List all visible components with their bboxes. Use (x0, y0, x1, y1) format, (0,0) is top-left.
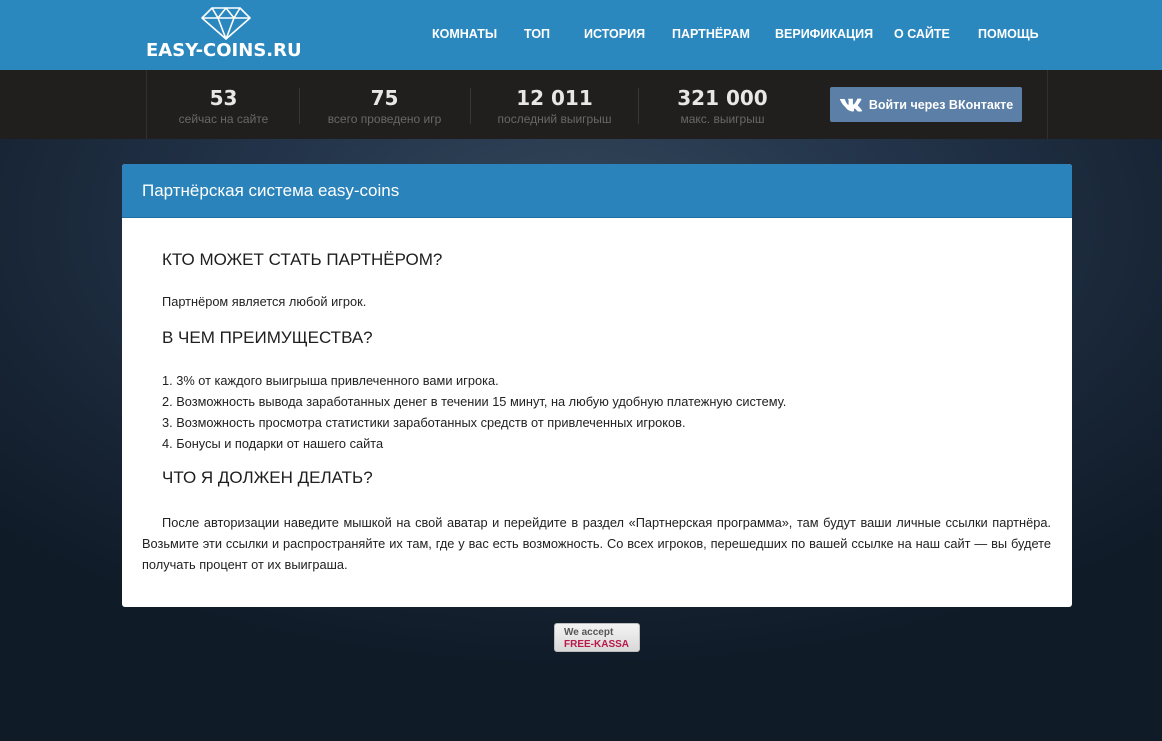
stat-last-win: 12 011 последний выигрыш (478, 70, 631, 139)
stat-divider (299, 88, 300, 124)
stat-value: 321 000 (677, 86, 768, 110)
stat-max-win: 321 000 макс. выигрыш (646, 70, 799, 139)
diamond-icon (201, 7, 251, 40)
site-header: EASY-COINS.RU КОМНАТЫ ТОП ИСТОРИЯ ПАРТНЁ… (0, 0, 1162, 70)
stat-value: 53 (209, 86, 238, 110)
benefit-item: 2. Возможность вывода заработанных денег… (162, 394, 787, 409)
logo-text: EASY-COINS.RU (146, 40, 302, 61)
vk-icon (839, 98, 862, 111)
stat-label: сейчас на сайте (178, 112, 269, 126)
stat-online: 53 сейчас на сайте (147, 70, 300, 139)
nav-about[interactable]: О САЙТЕ (894, 27, 950, 41)
nav-verification[interactable]: ВЕРИФИКАЦИЯ (775, 27, 873, 41)
badge-line-1: We accept (564, 627, 614, 638)
stat-divider (638, 88, 639, 124)
stats-bar: 53 сейчас на сайте 75 всего проведено иг… (0, 70, 1162, 139)
heading-what-to-do: ЧТО Я ДОЛЖЕН ДЕЛАТЬ? (162, 468, 373, 487)
stat-label: всего проведено игр (327, 112, 442, 126)
benefit-item: 4. Бонусы и подарки от нашего сайта (162, 436, 384, 451)
badge-line-2: FREE-KASSA (564, 639, 630, 650)
site-logo[interactable]: EASY-COINS.RU (146, 6, 306, 64)
stat-value: 12 011 (516, 86, 593, 110)
nav-history[interactable]: ИСТОРИЯ (584, 27, 645, 41)
free-kassa-badge[interactable]: We accept FREE-KASSA (554, 623, 640, 652)
nav-top[interactable]: ТОП (524, 27, 550, 41)
nav-help[interactable]: ПОМОЩЬ (978, 27, 1039, 41)
panel-header: Партнёрская система easy-coins (122, 164, 1072, 218)
stat-total-games: 75 всего проведено игр (308, 70, 461, 139)
vk-login-button[interactable]: Войти через ВКонтакте (830, 87, 1022, 122)
benefit-item: 1. 3% от каждого выигрыша привлеченного … (162, 373, 499, 388)
vk-login-label: Войти через ВКонтакте (868, 97, 1014, 112)
paragraph-who: Партнёром является любой игрок. (162, 294, 367, 309)
nav-rooms[interactable]: КОМНАТЫ (432, 27, 497, 41)
partner-panel: Партнёрская система easy-coins КТО МОЖЕТ… (122, 164, 1072, 607)
benefit-item: 3. Возможность просмотра статистики зара… (162, 415, 686, 430)
paragraph-what-to-do: После авторизации наведите мышкой на сво… (142, 515, 1051, 572)
heading-who: КТО МОЖЕТ СТАТЬ ПАРТНЁРОМ? (162, 250, 443, 269)
stat-value: 75 (370, 86, 399, 110)
panel-title: Партнёрская система easy-coins (142, 181, 400, 200)
stat-divider (470, 88, 471, 124)
nav-partners[interactable]: ПАРТНЁРАМ (672, 27, 750, 41)
heading-benefits: В ЧЕМ ПРЕИМУЩЕСТВА? (162, 328, 373, 347)
stat-label: последний выигрыш (497, 112, 612, 126)
stats-container: 53 сейчас на сайте 75 всего проведено иг… (146, 70, 1048, 139)
stat-label: макс. выигрыш (680, 112, 765, 126)
